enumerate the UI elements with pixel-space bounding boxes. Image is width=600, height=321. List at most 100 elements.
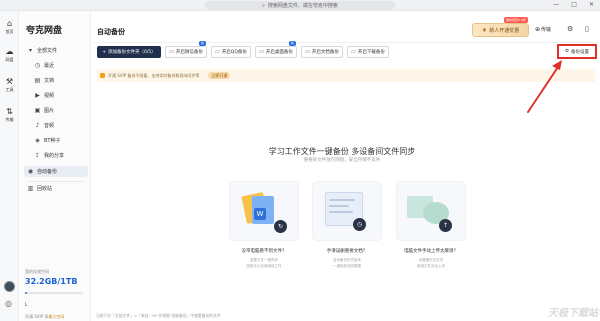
line-illustration — [329, 211, 353, 213]
wechat-backup-button[interactable]: ▭ 开启微信备份 — [165, 46, 207, 58]
backup-icon: ◉ — [27, 168, 34, 175]
watermark: 天极下载站 — [548, 308, 598, 319]
bt-icon: ◈ — [35, 137, 40, 144]
qq-backup-button[interactable]: ▭ 开启QQ备份 — [211, 46, 251, 58]
brand-title: 夸克网盘 — [26, 26, 63, 36]
feature-card-restore: ◷ — [312, 181, 382, 241]
maximize-button[interactable]: □ — [571, 1, 577, 8]
backup-settings-label: 备份设置 — [571, 49, 590, 55]
member-upgrade-label: 新人开通优惠 — [489, 27, 520, 34]
feature-card-desc: 一键轻松找回数据 — [333, 264, 361, 268]
sidebar-item-label: 回收站 — [37, 186, 53, 192]
sidebar-item-docs[interactable]: ▤ 文档 — [34, 77, 54, 84]
feature-card-sync: W ↻ — [229, 181, 299, 241]
footer-hint: 当前只在「全部文件」>「来自：HP 的电脑 电脑备份」中查看备份的文件 — [96, 313, 221, 318]
image-icon: ▣ — [34, 107, 41, 114]
sidebar-item-auto-backup[interactable]: ◉ 自动备份 — [24, 166, 88, 177]
desktop-backup-button[interactable]: ▭ 开启桌面备份 — [255, 46, 297, 58]
avatar[interactable] — [4, 281, 15, 292]
feature-card-title: 电脑文件手动上传太麻烦？ — [404, 249, 458, 254]
chip-label: 开启下载备份 — [357, 50, 385, 55]
sidebar-item-images[interactable]: ▣ 图片 — [34, 107, 54, 114]
rail-item-label: 首页 — [5, 29, 14, 34]
doc-icon: ▤ — [34, 77, 41, 84]
storage-progress-bar — [25, 292, 83, 294]
clock-icon: ◷ — [34, 62, 41, 69]
chip-label: 开启桌面备份 — [265, 50, 293, 55]
search-placeholder: 搜索网盘文件、或在夸克中搜索 — [267, 3, 338, 9]
new-badge: 新 — [199, 41, 207, 46]
rail-item-cloud[interactable]: ☁ 网盘 — [0, 47, 19, 63]
sidebar-item-bt[interactable]: ◈ BT种子 — [34, 137, 60, 144]
storage-label: 我的存储空间 — [25, 269, 49, 274]
sidebar-item-audio[interactable]: ♪ 音频 — [34, 122, 54, 129]
feature-card-desc: 设置备份文件夹 — [418, 258, 444, 262]
gear-icon[interactable]: ⚙ — [567, 25, 573, 33]
music-icon: ♪ — [35, 122, 40, 129]
transfer-label: 传输 — [541, 27, 552, 33]
sidebar-item-label: 最近 — [44, 63, 55, 69]
transfer-button[interactable]: ⊕ 传输 — [535, 26, 551, 33]
upgrade-tip-link[interactable]: 最大空间 — [48, 314, 64, 319]
app-rail: ⌂ 首页 ☁ 网盘 ⚒ 工具 ⇅ 传输 ◎ — [0, 11, 19, 321]
rail-item-tools[interactable]: ⚒ 工具 — [0, 77, 19, 93]
sidebar-item-label: 我的分享 — [44, 153, 65, 159]
feature-card-desc: 重要文件一键同步 — [250, 258, 278, 262]
sidebar-divider — [28, 181, 84, 182]
sidebar-item-video[interactable]: ▶ 视频 — [34, 92, 54, 99]
trash-icon: ▥ — [27, 185, 34, 192]
sidebar-item-label: 自动备份 — [37, 169, 58, 175]
settings-circle-icon[interactable]: ◎ — [5, 299, 12, 308]
sidebar-item-label: 全部文件 — [37, 48, 58, 54]
add-backup-folder-label: 添加备份文件夹（0/5） — [108, 50, 156, 55]
sidebar-item-all-files[interactable]: ▾ 全部文件 — [27, 47, 57, 54]
home-icon: ⌂ — [6, 19, 13, 28]
rail-item-label: 传输 — [5, 117, 14, 122]
page-title: 自动备份 — [97, 28, 125, 36]
sidebar-item-recent[interactable]: ◷ 最近 — [34, 62, 54, 69]
backup-settings-button[interactable]: ⚙ 备份设置 — [557, 44, 597, 59]
header-divider — [92, 42, 600, 43]
feature-card-title: 手滑误删重要文档？ — [326, 249, 368, 254]
folder-icon: ▭ — [305, 49, 310, 55]
sidebar-item-trash[interactable]: ▥ 回收站 — [27, 185, 52, 192]
line-illustration — [329, 205, 349, 207]
feature-card-desc: 回家办公也能继续工作 — [246, 264, 282, 268]
sidebar-item-label: 图片 — [44, 108, 55, 114]
rail-item-transfer[interactable]: ⇅ 传输 — [0, 107, 19, 123]
folder-icon: ▾ — [28, 47, 32, 54]
chip-label: 开启QQ备份 — [221, 50, 247, 55]
video-icon: ▶ — [35, 92, 40, 99]
add-backup-folder-button[interactable]: + 添加备份文件夹（0/5） — [97, 46, 161, 58]
empty-state-title: 学习工作文件一键备份 多设备间文件同步 — [268, 147, 416, 156]
title-bar: ⌕ 搜索网盘文件、或在夸克中搜索 — □ ✕ — [0, 0, 600, 11]
upgrade-tip[interactable]: 开通 SVIP 享最大空间 — [25, 314, 64, 320]
window-controls: — □ ✕ — [553, 1, 594, 8]
folder-icon: ▭ — [169, 49, 174, 55]
tools-icon: ⚒ — [5, 77, 14, 86]
user-initial: L — [25, 303, 28, 308]
main-panel: 自动备份 限时低至5.5折 ♦ 新人开通优惠 ⊕ 传输 ⚙ ▯ + 添加备份文件… — [92, 11, 600, 321]
minimize-button[interactable]: — — [553, 1, 559, 8]
sidebar: 夸克网盘 ▾ 全部文件 ◷ 最近 ▤ 文档 ▶ 视频 ▣ 图片 ♪ 音频 ◈ B… — [20, 11, 91, 321]
empty-state-subtitle: 重要的文件放在网盘，安全存储不丢失 — [303, 158, 381, 163]
phone-icon[interactable]: ▯ — [585, 25, 589, 33]
history-icon: ◷ — [353, 218, 366, 231]
download-backup-button[interactable]: ▭ 开启下载备份 — [347, 46, 389, 58]
document-backup-button[interactable]: ▭ 开启文档备份 — [301, 46, 343, 58]
sidebar-item-label: 音频 — [44, 123, 55, 129]
folder-icon: ▭ — [259, 49, 264, 55]
transfer-circle-icon: ⊕ — [535, 26, 541, 33]
feature-card-desc: 自动备份历史版本 — [333, 258, 361, 262]
close-button[interactable]: ✕ — [589, 1, 594, 8]
feature-card-title: 没带电脑看不到文件？ — [241, 249, 287, 254]
diamond-icon: ♦ — [481, 26, 488, 34]
line-illustration — [329, 199, 355, 201]
global-search-input[interactable]: ⌕ 搜索网盘文件、或在夸克中搜索 — [205, 1, 395, 10]
storage-progress-fill — [25, 292, 27, 294]
feature-card-desc: 新增文件自动上传 — [417, 264, 445, 268]
member-upgrade-button[interactable]: ♦ 新人开通优惠 — [472, 23, 529, 37]
sidebar-item-my-share[interactable]: ⇪ 我的分享 — [34, 152, 64, 159]
notice-open-button[interactable]: 立即开通 — [208, 72, 231, 79]
rail-item-home[interactable]: ⌂ 首页 — [0, 19, 19, 35]
